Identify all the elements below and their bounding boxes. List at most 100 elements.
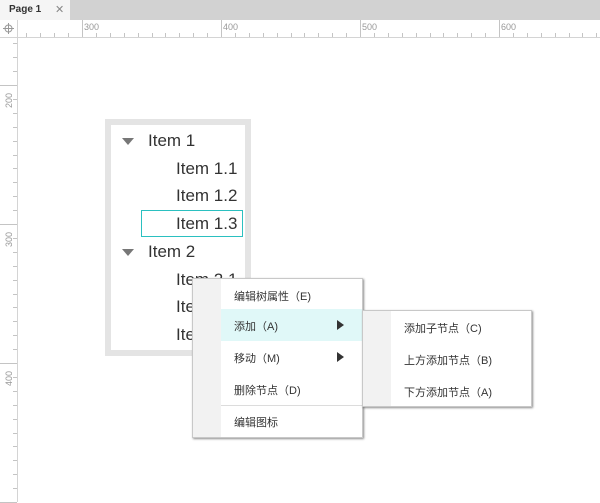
menu-item-label: 编辑树属性（E) xyxy=(234,291,311,303)
ruler-tick xyxy=(13,419,17,420)
ruler-tick xyxy=(13,349,17,350)
ruler-label: 400 xyxy=(4,370,14,386)
menu-item-delete-node[interactable]: 删除节点（D) xyxy=(221,373,362,405)
ruler-tick xyxy=(332,33,333,37)
ruler-tick xyxy=(13,377,17,378)
ruler-tick xyxy=(13,168,17,169)
ruler-tick xyxy=(443,33,444,37)
menu-item-label: 上方添加节点（B) xyxy=(404,355,492,367)
ruler-corner[interactable] xyxy=(0,20,18,38)
ruler-tick xyxy=(13,182,17,183)
ruler-tick xyxy=(13,446,17,447)
ruler-tick xyxy=(13,43,17,44)
ruler-tick xyxy=(13,474,17,475)
ruler-tick xyxy=(13,252,17,253)
ruler-tick xyxy=(13,155,17,156)
ruler-tick xyxy=(207,33,208,37)
tab-page-1[interactable]: Page 1 ✕ xyxy=(0,0,70,20)
ruler-tick xyxy=(13,307,17,308)
menu-item-edit-tree-properties[interactable]: 编辑树属性（E) xyxy=(221,279,362,311)
menu-item-label: 移动（M) xyxy=(234,353,280,365)
ruler-tick xyxy=(54,33,55,37)
context-menu: 编辑树属性（E) 添加（A) 移动（M) 删除节点（D) 编辑图标 xyxy=(192,278,363,438)
tab-label: Page 1 xyxy=(9,4,42,15)
ruler-tick xyxy=(82,20,83,37)
ruler-tick xyxy=(26,33,27,37)
menu-gutter xyxy=(193,279,221,437)
ruler-tick xyxy=(13,294,17,295)
ruler-tick xyxy=(569,33,570,37)
ruler-tick xyxy=(304,33,305,37)
submenu-arrow-icon xyxy=(337,320,344,330)
ruler-tick xyxy=(430,33,431,37)
collapse-caret-icon[interactable] xyxy=(122,138,134,145)
ruler-tick xyxy=(13,433,17,434)
ruler-tick xyxy=(110,33,111,37)
ruler-tick xyxy=(499,20,500,37)
menu-item-label: 删除节点（D) xyxy=(234,385,301,397)
menu-item-edit-icon[interactable]: 编辑图标 xyxy=(221,406,362,436)
menu-item-add-child-node[interactable]: 添加子节点（C) xyxy=(391,311,531,343)
ruler-tick xyxy=(291,33,292,37)
add-submenu: 添加子节点（C) 上方添加节点（B) 下方添加节点（A) xyxy=(362,310,532,407)
ruler-tick xyxy=(40,33,41,37)
ruler-tick xyxy=(388,33,389,37)
ruler-tick xyxy=(402,33,403,37)
ruler-tick xyxy=(96,33,97,37)
ruler-tick xyxy=(13,238,17,239)
tree-node[interactable]: Item 1.2 xyxy=(176,186,237,206)
ruler-tick xyxy=(13,127,17,128)
ruler-tick xyxy=(277,33,278,37)
close-icon[interactable]: ✕ xyxy=(55,3,64,16)
ruler-tick xyxy=(152,33,153,37)
vertical-ruler[interactable]: 200 300 400 xyxy=(0,37,18,503)
ruler-tick xyxy=(13,113,17,114)
ruler-tick xyxy=(582,33,583,37)
tree-node[interactable]: Item 1.1 xyxy=(176,159,237,179)
tree-node-selected[interactable]: Item 1.3 xyxy=(176,214,237,234)
ruler-tick xyxy=(0,363,17,364)
ruler-tick xyxy=(13,196,17,197)
ruler-label: 500 xyxy=(362,22,378,32)
ruler-tick xyxy=(13,460,17,461)
menu-item-label: 添加（A) xyxy=(234,321,278,333)
ruler-tick xyxy=(13,99,17,100)
ruler-tick xyxy=(165,33,166,37)
ruler-tick xyxy=(13,405,17,406)
ruler-tick xyxy=(13,71,17,72)
ruler-tick xyxy=(13,391,17,392)
menu-item-add-node-below[interactable]: 下方添加节点（A) xyxy=(391,375,531,407)
tree-node[interactable]: Item 1 xyxy=(148,131,195,151)
tree-node[interactable]: Item 2 xyxy=(148,242,195,262)
ruler-label: 300 xyxy=(4,231,14,247)
ruler-tick xyxy=(13,57,17,58)
ruler-tick xyxy=(374,33,375,37)
ruler-tick xyxy=(179,33,180,37)
ruler-tick xyxy=(13,321,17,322)
ruler-tick xyxy=(416,33,417,37)
menu-item-label: 下方添加节点（A) xyxy=(404,387,492,399)
ruler-tick xyxy=(485,33,486,37)
submenu-arrow-icon xyxy=(337,352,344,362)
ruler-tick xyxy=(457,33,458,37)
crosshair-icon xyxy=(3,23,14,34)
ruler-tick xyxy=(541,33,542,37)
menu-item-add-node-above[interactable]: 上方添加节点（B) xyxy=(391,343,531,375)
ruler-tick xyxy=(596,33,597,37)
ruler-tick xyxy=(471,33,472,37)
ruler-tick xyxy=(13,141,17,142)
ruler-tick xyxy=(513,33,514,37)
horizontal-ruler[interactable]: 300 400 500 600 xyxy=(0,20,600,38)
ruler-label: 400 xyxy=(223,22,239,32)
ruler-tick xyxy=(360,20,361,37)
ruler-tick xyxy=(263,33,264,37)
menu-item-add[interactable]: 添加（A) xyxy=(221,309,362,341)
ruler-tick xyxy=(138,33,139,37)
ruler-tick xyxy=(13,266,17,267)
collapse-caret-icon[interactable] xyxy=(122,249,134,256)
ruler-tick xyxy=(13,210,17,211)
ruler-tick xyxy=(555,33,556,37)
menu-item-move[interactable]: 移动（M) xyxy=(221,341,362,373)
ruler-tick xyxy=(249,33,250,37)
ruler-tick xyxy=(68,33,69,37)
